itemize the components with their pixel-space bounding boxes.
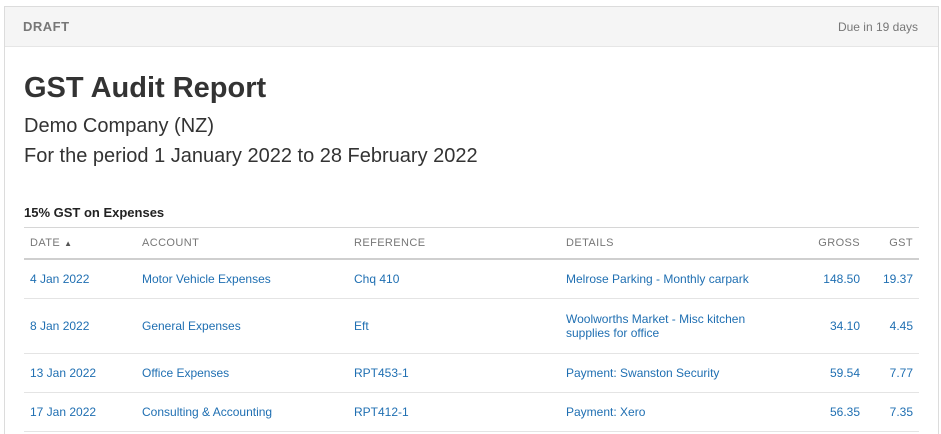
cell-date[interactable]: 8 Jan 2022 (24, 298, 136, 354)
cell-gross[interactable]: 56.35 (772, 392, 866, 432)
due-date-label: Due in 19 days (837, 19, 918, 34)
cell-reference[interactable]: Eft (348, 298, 560, 354)
status-bar: DRAFT Due in 19 days (5, 7, 938, 47)
report-content: GST Audit Report Demo Company (NZ) For t… (5, 71, 938, 432)
cell-gst[interactable]: 7.35 (866, 392, 919, 432)
company-name: Demo Company (NZ) (24, 115, 215, 137)
cell-gross[interactable]: 148.50 (772, 259, 866, 299)
column-header-reference[interactable]: REFERENCE (348, 227, 560, 260)
status-badge: DRAFT (23, 19, 70, 34)
column-header-gross[interactable]: GROSS (772, 227, 866, 260)
column-header-gst[interactable]: GST (866, 227, 919, 260)
cell-reference[interactable]: RPT453-1 (348, 353, 560, 393)
cell-account[interactable]: General Expenses (136, 298, 348, 354)
column-header-details[interactable]: DETAILS (560, 227, 772, 260)
cell-account[interactable]: Motor Vehicle Expenses (136, 259, 348, 299)
table-row: 17 Jan 2022 Consulting & Accounting RPT4… (24, 392, 919, 432)
page-title: GST Audit Report (24, 72, 267, 104)
cell-reference[interactable]: RPT412-1 (348, 392, 560, 432)
sort-ascending-icon: ▲ (64, 239, 73, 248)
cell-date[interactable]: 4 Jan 2022 (24, 259, 136, 299)
cell-gross[interactable]: 59.54 (772, 353, 866, 393)
table-row: 13 Jan 2022 Office Expenses RPT453-1 Pay… (24, 353, 919, 393)
table-header-row: DATE ▲ ACCOUNT REFERENCE DETAILS GROSS GS… (24, 227, 919, 260)
report-period: For the period 1 January 2022 to 28 Febr… (24, 145, 478, 167)
cell-account[interactable]: Office Expenses (136, 353, 348, 393)
cell-details[interactable]: Melrose Parking - Monthly carpark (560, 259, 772, 299)
column-header-date[interactable]: DATE ▲ (24, 227, 136, 260)
gst-expenses-table: DATE ▲ ACCOUNT REFERENCE DETAILS GROSS GS… (24, 227, 919, 432)
cell-details[interactable]: Payment: Xero (560, 392, 772, 432)
cell-account[interactable]: Consulting & Accounting (136, 392, 348, 432)
cell-gst[interactable]: 7.77 (866, 353, 919, 393)
table-row: 8 Jan 2022 General Expenses Eft Woolwort… (24, 298, 919, 354)
cell-gst[interactable]: 19.37 (866, 259, 919, 299)
cell-details[interactable]: Payment: Swanston Security (560, 353, 772, 393)
cell-details[interactable]: Woolworths Market - Misc kitchen supplie… (560, 298, 772, 354)
column-header-date-label: DATE (30, 237, 61, 249)
cell-reference[interactable]: Chq 410 (348, 259, 560, 299)
table-row: 4 Jan 2022 Motor Vehicle Expenses Chq 41… (24, 259, 919, 299)
report-panel: DRAFT Due in 19 days GST Audit Report De… (4, 6, 939, 434)
section-title: 15% GST on Expenses (24, 205, 165, 220)
column-header-account[interactable]: ACCOUNT (136, 227, 348, 260)
cell-date[interactable]: 13 Jan 2022 (24, 353, 136, 393)
cell-gross[interactable]: 34.10 (772, 298, 866, 354)
cell-gst[interactable]: 4.45 (866, 298, 919, 354)
cell-date[interactable]: 17 Jan 2022 (24, 392, 136, 432)
